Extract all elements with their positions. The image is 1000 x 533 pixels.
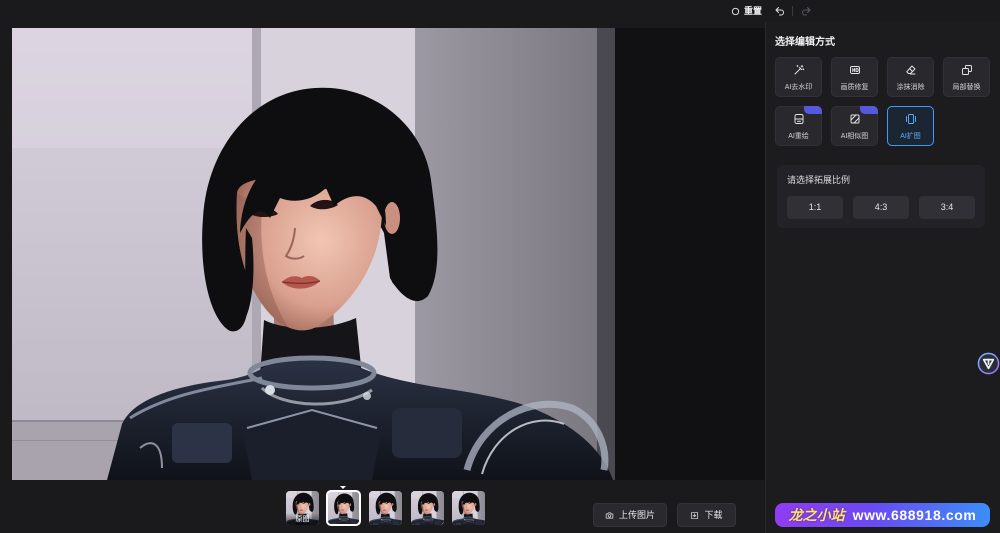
thumbnail-image — [452, 491, 485, 525]
tool-quality-repair[interactable]: 画质修复 — [831, 57, 878, 97]
redo-icon — [802, 7, 811, 16]
undo-icon — [775, 7, 784, 16]
ratio-option-3-4[interactable]: 3:4 — [919, 196, 975, 219]
edit-tool-grid: AI去水印 画质修复 涂抹消除 局部替换 AI重绘 AI相似图 AI扩图 — [775, 57, 990, 146]
reset-label: 重置 — [744, 6, 763, 16]
thumbnail-image — [327, 491, 360, 525]
thumbnail-label: 原图 — [286, 513, 319, 525]
tool-ai-redraw[interactable]: AI重绘 — [775, 106, 822, 146]
tool-label: AI扩图 — [900, 133, 921, 140]
download-icon — [691, 511, 699, 519]
tool-label: AI重绘 — [788, 133, 809, 140]
tool-badge — [804, 106, 822, 114]
undo-button[interactable] — [774, 5, 786, 17]
redraw-icon — [794, 114, 803, 124]
tool-label: AI去水印 — [784, 84, 813, 91]
floating-assistant-button[interactable] — [977, 352, 1000, 375]
watermark-url: www.688918.com — [852, 507, 977, 523]
expand-image-icon — [905, 114, 916, 124]
upload-image-button[interactable]: 上传图片 — [593, 503, 667, 527]
tool-ai-expand-image[interactable]: AI扩图 — [887, 106, 934, 146]
tool-smear-erase[interactable]: 涂抹消除 — [887, 57, 934, 97]
hd-quality-icon — [849, 66, 860, 74]
tool-label: 画质修复 — [840, 84, 869, 91]
tool-label: AI相似图 — [840, 133, 869, 140]
thumbnail-result-2[interactable] — [369, 491, 402, 525]
thumbnail-image — [411, 491, 444, 525]
tool-label: 涂抹消除 — [896, 84, 925, 91]
panel-heading: 选择编辑方式 — [775, 37, 835, 48]
tool-partial-replace[interactable]: 局部替换 — [943, 57, 990, 97]
similar-image-icon — [850, 114, 859, 124]
ratio-option-4-3[interactable]: 4:3 — [853, 196, 909, 219]
expand-ratio-panel: 请选择拓展比例 1:1 4:3 3:4 — [777, 165, 985, 228]
reset-circle-icon — [731, 7, 740, 15]
assistant-logo-icon — [977, 352, 1000, 375]
download-button[interactable]: 下载 — [677, 503, 736, 527]
reset-button[interactable]: 重置 — [731, 4, 762, 18]
thumbnail-result-3[interactable] — [411, 491, 444, 525]
watermark-brand: 龙之小站 — [788, 507, 845, 523]
thumbnail-original[interactable]: 原图 — [286, 491, 319, 525]
tool-ai-watermark-removal[interactable]: AI去水印 — [775, 57, 822, 97]
ratio-panel-title: 请选择拓展比例 — [787, 175, 851, 185]
thumbnail-image — [369, 491, 402, 525]
tool-badge — [860, 106, 878, 114]
thumbnail-result-1[interactable] — [326, 490, 361, 526]
thumbnail-result-4[interactable] — [452, 491, 485, 525]
tool-ai-similar-image[interactable]: AI相似图 — [831, 106, 878, 146]
download-label: 下载 — [704, 510, 723, 520]
magic-wand-icon — [794, 65, 804, 75]
edited-photo[interactable] — [12, 28, 615, 480]
tool-label: 局部替换 — [952, 84, 981, 91]
top-toolbar — [0, 0, 1000, 22]
selected-thumbnail-marker — [340, 486, 346, 489]
camera-icon — [605, 512, 614, 518]
redo-button[interactable] — [800, 5, 812, 17]
ratio-option-1-1[interactable]: 1:1 — [787, 196, 843, 219]
partial-replace-icon — [961, 65, 972, 75]
photo-artwork — [12, 28, 615, 480]
eraser-icon — [905, 65, 915, 75]
upload-label: 上传图片 — [618, 510, 655, 520]
toolbar-divider — [792, 6, 793, 16]
site-watermark-banner: 龙之小站 www.688918.com — [775, 503, 990, 527]
